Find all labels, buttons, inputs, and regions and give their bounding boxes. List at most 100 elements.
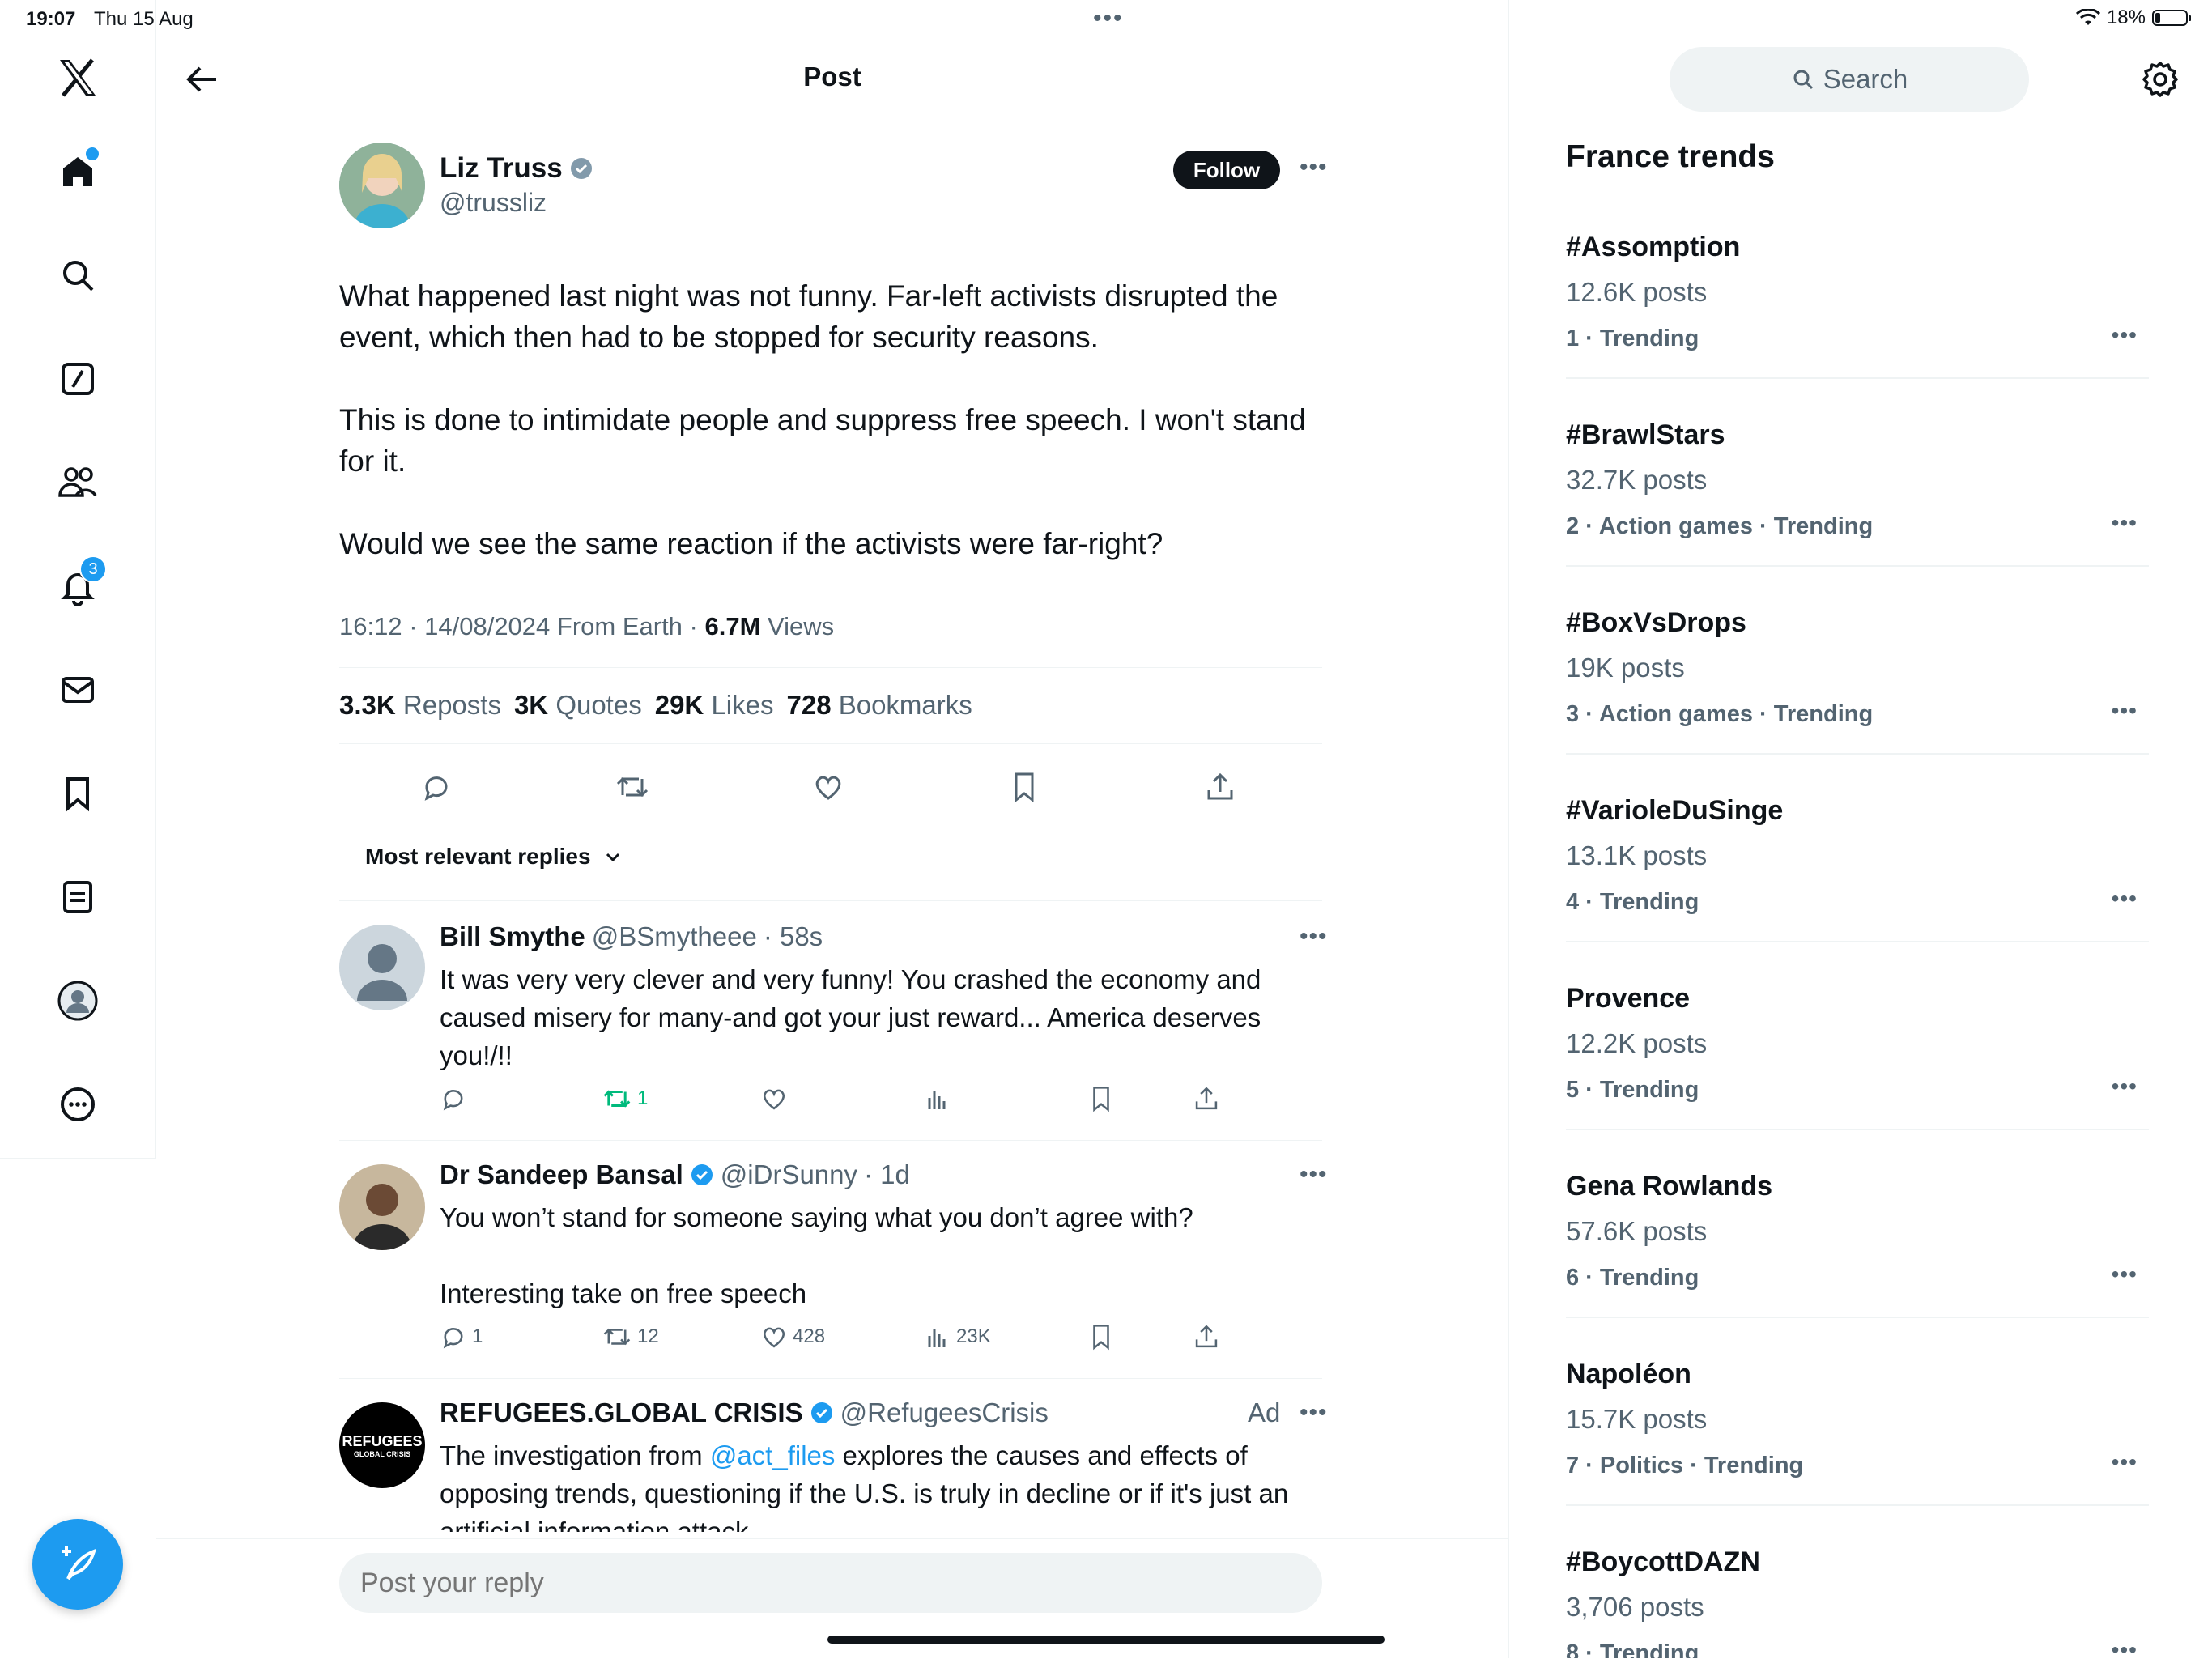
bookmarks-icon[interactable] — [52, 768, 104, 819]
avatar[interactable] — [339, 1164, 425, 1250]
views-icon[interactable] — [924, 1085, 951, 1112]
lists-icon[interactable] — [52, 871, 104, 923]
x-logo-icon[interactable] — [52, 52, 104, 104]
reply-sort-dropdown[interactable]: Most relevant replies — [365, 844, 623, 870]
more-icon[interactable] — [52, 1078, 104, 1130]
reply-author-handle[interactable]: @RefugeesCrisis — [840, 1397, 1049, 1428]
reply-actions: 1 — [440, 1085, 1249, 1117]
trend-count: 32.7K posts — [1566, 465, 1708, 495]
trend-more-icon[interactable]: ••• — [2112, 510, 2138, 536]
trend-meta: 8 · Trending — [1566, 1640, 1699, 1658]
bookmark-icon[interactable] — [1087, 1085, 1115, 1112]
divider — [339, 667, 1322, 668]
views-count: 23K — [956, 1325, 991, 1347]
post-actions — [339, 764, 1322, 810]
trend-name: #BrawlStars — [1566, 419, 1725, 450]
bookmark-icon[interactable] — [1002, 764, 1047, 810]
share-icon[interactable] — [1193, 1323, 1220, 1351]
follow-button[interactable]: Follow — [1173, 151, 1280, 189]
reply-more-icon[interactable]: ••• — [1300, 923, 1328, 951]
like-icon[interactable] — [806, 764, 851, 810]
reply-author-name[interactable]: Bill Smythe — [440, 921, 585, 952]
bookmark-icon[interactable] — [1087, 1323, 1115, 1351]
grok-icon[interactable] — [52, 353, 104, 405]
search-input[interactable]: Search — [1670, 47, 2029, 112]
reply-author-handle[interactable]: @BSmytheee — [592, 921, 757, 952]
reply-author-name[interactable]: Dr Sandeep Bansal — [440, 1159, 683, 1190]
reposts-stat[interactable]: 3.3K Reposts — [339, 690, 501, 721]
verified-badge-icon — [569, 156, 593, 181]
trend-count: 3,706 posts — [1566, 1592, 1704, 1622]
reply-time[interactable]: · 58s — [764, 921, 823, 952]
trend-more-icon[interactable]: ••• — [2112, 322, 2138, 348]
bookmarks-stat[interactable]: 728 Bookmarks — [786, 690, 972, 721]
trend-more-icon[interactable]: ••• — [2112, 886, 2138, 912]
trend-item[interactable]: Napoléon 15.7K posts 7 · Politics · Tren… — [1566, 1359, 2149, 1546]
likes-stat[interactable]: 29K Likes — [655, 690, 774, 721]
like-icon[interactable]: 428 — [760, 1323, 825, 1351]
post-paragraph: This is done to intimidate people and su… — [339, 403, 1306, 478]
reply-icon[interactable]: 1 — [440, 1323, 483, 1351]
wifi-icon — [2075, 9, 2100, 27]
share-icon[interactable] — [1197, 764, 1243, 810]
trend-item[interactable]: Provence 12.2K posts 5 · Trending ••• — [1566, 983, 2149, 1171]
home-icon[interactable] — [52, 146, 104, 198]
author-name[interactable]: Liz Truss — [440, 152, 563, 185]
trend-more-icon[interactable]: ••• — [2112, 698, 2138, 724]
trend-item[interactable]: #BoycottDAZN 3,706 posts 8 · Trending ••… — [1566, 1546, 2149, 1658]
trend-item[interactable]: #Assomption 12.6K posts 1 · Trending ••• — [1566, 232, 2149, 419]
reply-input[interactable] — [339, 1553, 1322, 1613]
post-more-icon[interactable]: ••• — [1300, 154, 1328, 181]
views-icon[interactable]: 23K — [924, 1323, 991, 1351]
reply-more-icon[interactable]: ••• — [1300, 1399, 1328, 1427]
reply-more-icon[interactable]: ••• — [1300, 1161, 1328, 1189]
reply-icon[interactable] — [414, 764, 459, 810]
avatar[interactable]: REFUGEES GLOBAL CRISIS — [339, 1402, 425, 1488]
reply-sort-label: Most relevant replies — [365, 844, 591, 869]
avatar[interactable] — [339, 925, 425, 1010]
quotes-stat[interactable]: 3K Quotes — [514, 690, 642, 721]
trend-item[interactable]: #BrawlStars 32.7K posts 2 · Action games… — [1566, 419, 2149, 607]
trend-item[interactable]: Gena Rowlands 57.6K posts 6 · Trending •… — [1566, 1171, 2149, 1359]
reply-icon[interactable] — [440, 1085, 467, 1112]
search-icon[interactable] — [52, 249, 104, 301]
reply-author-handle[interactable]: @iDrSunny — [721, 1159, 857, 1190]
main-column: Post Liz Truss @trussliz Follow ••• What… — [156, 0, 1509, 1659]
repost-icon[interactable]: 12 — [602, 1323, 659, 1351]
profile-icon[interactable] — [52, 975, 104, 1027]
trend-more-icon[interactable]: ••• — [2112, 1261, 2138, 1287]
like-icon[interactable] — [760, 1085, 788, 1112]
trend-item[interactable]: #VarioleDuSinge 13.1K posts 4 · Trending… — [1566, 795, 2149, 983]
author-handle[interactable]: @trussliz — [440, 188, 547, 218]
compose-button[interactable] — [32, 1519, 123, 1610]
divider — [1566, 1317, 2149, 1318]
trend-name: Provence — [1566, 983, 1691, 1014]
reply-text: You won’t stand for someone saying what … — [440, 1202, 1193, 1232]
reply-time[interactable]: · 1d — [864, 1159, 910, 1190]
divider — [1566, 1129, 2149, 1130]
author-name-row[interactable]: Liz Truss — [440, 152, 593, 185]
gear-icon[interactable] — [2139, 58, 2181, 100]
post-timestamp[interactable]: 16:12 · 14/08/2024 From Earth · — [339, 612, 704, 640]
share-icon[interactable] — [1193, 1085, 1220, 1112]
communities-icon[interactable] — [52, 457, 104, 508]
trend-meta: 3 · Action games · Trending — [1566, 701, 1874, 727]
trend-more-icon[interactable]: ••• — [2112, 1449, 2138, 1475]
reply-author-name[interactable]: REFUGEES.GLOBAL CRISIS — [440, 1397, 803, 1428]
post-stats: 3.3K Reposts 3K Quotes 29K Likes 728 Boo… — [339, 690, 972, 721]
author-avatar[interactable] — [339, 143, 425, 228]
trend-meta: 6 · Trending — [1566, 1265, 1699, 1291]
repost-icon[interactable]: 1 — [602, 1085, 648, 1112]
verified-badge-icon — [810, 1401, 834, 1425]
trend-more-icon[interactable]: ••• — [2112, 1637, 2138, 1658]
divider — [1566, 565, 2149, 567]
reply-header: REFUGEES.GLOBAL CRISIS @RefugeesCrisis — [440, 1397, 1049, 1428]
ad-link[interactable]: @act_files — [710, 1440, 836, 1470]
trend-item[interactable]: #BoxVsDrops 19K posts 3 · Action games ·… — [1566, 607, 2149, 795]
messages-icon[interactable] — [52, 664, 104, 716]
trend-more-icon[interactable]: ••• — [2112, 1074, 2138, 1100]
home-indicator[interactable] — [827, 1636, 1385, 1644]
verified-badge-icon — [690, 1163, 714, 1187]
notifications-icon[interactable]: 3 — [52, 555, 107, 612]
repost-icon[interactable] — [610, 764, 655, 810]
